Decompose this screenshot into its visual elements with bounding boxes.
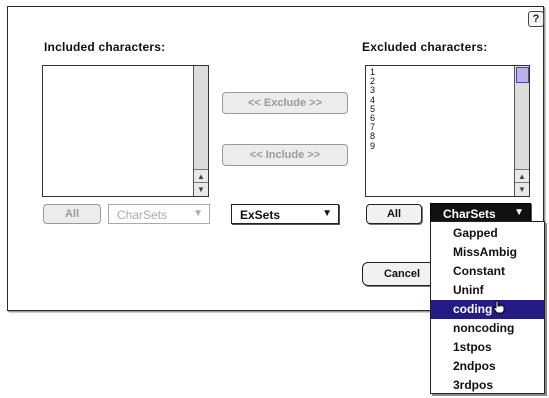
excluded-characters-label: Excluded characters: [362,40,488,54]
list-item[interactable]: 9 [370,141,375,151]
excluded-scrollbar[interactable]: ▲ ▼ [514,66,529,196]
menu-item-missambig[interactable]: MissAmbig [431,243,544,262]
included-characters-list[interactable]: ▲ ▼ [42,65,209,197]
chevron-down-icon: ▼ [322,208,332,219]
menu-item-1stpos[interactable]: 1stpos [431,338,544,357]
help-icon[interactable]: ? [528,11,544,27]
scroll-down-arrow-icon[interactable]: ▼ [515,182,529,196]
menu-item-uninf[interactable]: Uninf [431,281,544,300]
popup-label: ExSets [240,208,281,222]
exsets-popup[interactable]: ExSets ▼ [231,204,339,224]
popup-label: CharSets [443,207,496,221]
excluded-charsets-popup[interactable]: CharSets ▼ [430,203,531,223]
exclude-button[interactable]: << Exclude >> [222,92,348,114]
menu-item-3rdpos[interactable]: 3rdpos [431,376,544,395]
menu-item-coding[interactable]: coding [431,300,544,319]
menu-item-constant[interactable]: Constant [431,262,544,281]
menu-item-2ndpos[interactable]: 2ndpos [431,357,544,376]
chevron-down-icon: ▼ [514,207,524,218]
include-button[interactable]: << Include >> [222,144,348,166]
scroll-down-arrow-icon[interactable]: ▼ [194,182,208,196]
scroll-thumb[interactable] [516,67,529,83]
included-characters-label: Included characters: [44,40,166,54]
included-all-button[interactable]: All [43,204,101,224]
charsets-dropdown-menu[interactable]: Gapped MissAmbig Constant Uninf coding n… [430,221,545,394]
scroll-up-arrow-icon[interactable]: ▲ [194,169,208,183]
excluded-items-list[interactable]: 1 2 3 4 5 6 7 8 9 [370,67,375,151]
included-scrollbar[interactable]: ▲ ▼ [193,66,208,196]
popup-label: CharSets [117,208,168,222]
menu-item-noncoding[interactable]: noncoding [431,319,544,338]
excluded-all-button[interactable]: All [366,204,422,224]
menu-item-gapped[interactable]: Gapped [431,224,544,243]
scroll-up-arrow-icon[interactable]: ▲ [515,169,529,183]
chevron-down-icon: ▼ [193,208,203,219]
hand-cursor-icon [493,300,505,314]
excluded-characters-list[interactable]: 1 2 3 4 5 6 7 8 9 ▲ ▼ [365,65,530,197]
included-charsets-popup[interactable]: CharSets ▼ [108,204,210,224]
